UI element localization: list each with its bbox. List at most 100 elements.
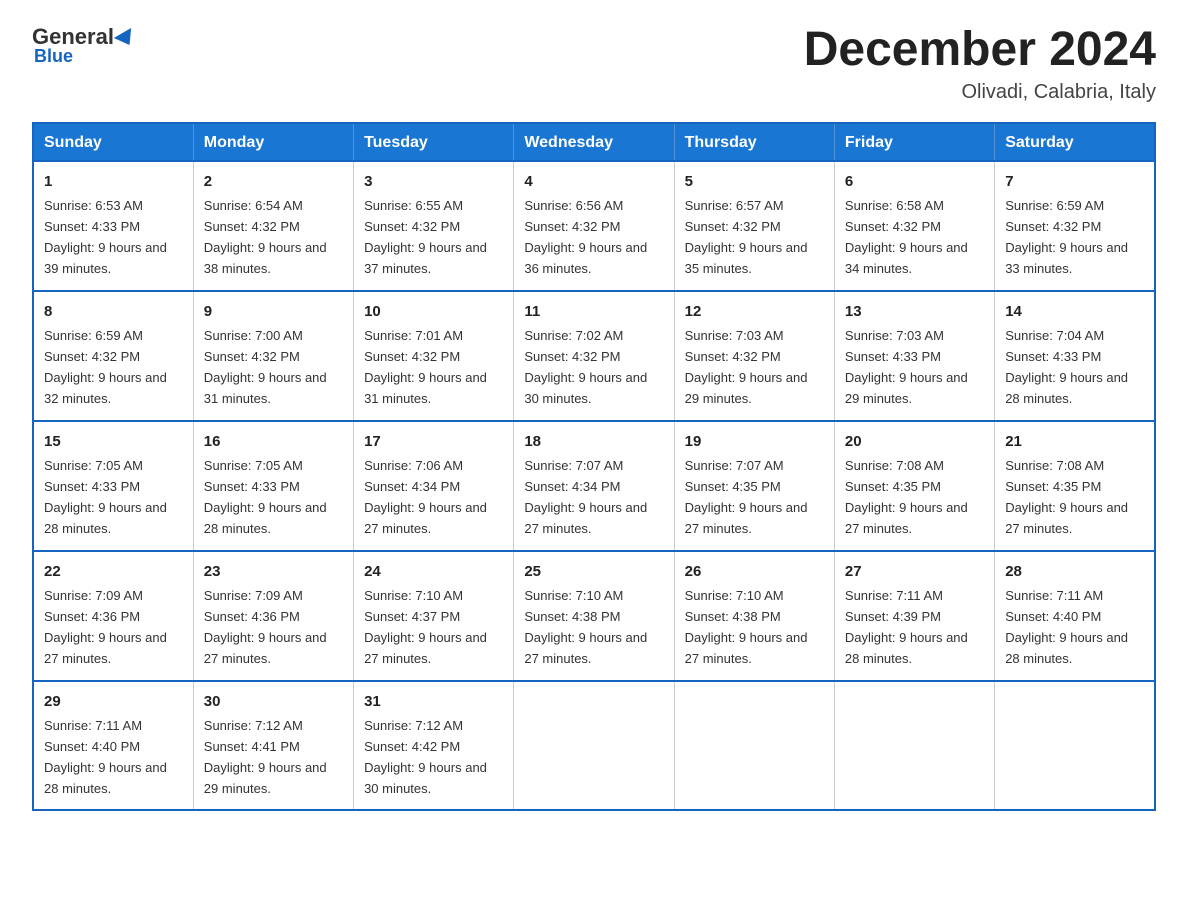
calendar-week-5: 29 Sunrise: 7:11 AMSunset: 4:40 PMDayligh… <box>33 681 1155 811</box>
calendar-cell: 13Sunrise: 7:03 AMSunset: 4:33 PMDayligh… <box>834 291 994 421</box>
calendar-cell: 22 Sunrise: 7:09 AMSunset: 4:36 PMDayligh… <box>33 551 193 681</box>
calendar-cell: 31 Sunrise: 7:12 AMSunset: 4:42 PMDayligh… <box>354 681 514 811</box>
logo-triangle-icon <box>114 28 138 50</box>
day-number: 18 <box>524 430 663 453</box>
day-info: Sunrise: 6:56 AMSunset: 4:32 PMDaylight:… <box>524 198 647 276</box>
calendar-cell: 10 Sunrise: 7:01 AMSunset: 4:32 PMDayligh… <box>354 291 514 421</box>
day-number: 16 <box>204 430 343 453</box>
day-number: 4 <box>524 170 663 193</box>
calendar-cell: 1Sunrise: 6:53 AMSunset: 4:33 PMDaylight… <box>33 161 193 291</box>
calendar-cell: 15 Sunrise: 7:05 AMSunset: 4:33 PMDayligh… <box>33 421 193 551</box>
page-title: December 2024 <box>804 24 1156 77</box>
day-info: Sunrise: 7:12 AMSunset: 4:42 PMDaylight:… <box>364 718 487 796</box>
day-number: 29 <box>44 690 183 713</box>
header-row: SundayMondayTuesdayWednesdayThursdayFrid… <box>33 123 1155 161</box>
calendar-cell: 27Sunrise: 7:11 AMSunset: 4:39 PMDayligh… <box>834 551 994 681</box>
day-info: Sunrise: 7:01 AMSunset: 4:32 PMDaylight:… <box>364 328 487 406</box>
day-info: Sunrise: 6:54 AMSunset: 4:32 PMDaylight:… <box>204 198 327 276</box>
calendar-cell <box>834 681 994 811</box>
day-info: Sunrise: 7:02 AMSunset: 4:32 PMDaylight:… <box>524 328 647 406</box>
day-info: Sunrise: 7:07 AMSunset: 4:35 PMDaylight:… <box>685 458 808 536</box>
calendar-cell: 28Sunrise: 7:11 AMSunset: 4:40 PMDayligh… <box>995 551 1155 681</box>
calendar-cell: 26 Sunrise: 7:10 AMSunset: 4:38 PMDayligh… <box>674 551 834 681</box>
day-info: Sunrise: 7:03 AMSunset: 4:32 PMDaylight:… <box>685 328 808 406</box>
header-sunday: Sunday <box>33 123 193 161</box>
calendar-cell: 30 Sunrise: 7:12 AMSunset: 4:41 PMDayligh… <box>193 681 353 811</box>
day-number: 12 <box>685 300 824 323</box>
calendar-cell: 24 Sunrise: 7:10 AMSunset: 4:37 PMDayligh… <box>354 551 514 681</box>
calendar-week-4: 22 Sunrise: 7:09 AMSunset: 4:36 PMDayligh… <box>33 551 1155 681</box>
day-info: Sunrise: 6:55 AMSunset: 4:32 PMDaylight:… <box>364 198 487 276</box>
header-monday: Monday <box>193 123 353 161</box>
day-number: 17 <box>364 430 503 453</box>
day-number: 31 <box>364 690 503 713</box>
calendar-cell: 20Sunrise: 7:08 AMSunset: 4:35 PMDayligh… <box>834 421 994 551</box>
logo-blue-text: Blue <box>34 46 73 67</box>
calendar-cell: 29 Sunrise: 7:11 AMSunset: 4:40 PMDayligh… <box>33 681 193 811</box>
day-number: 19 <box>685 430 824 453</box>
day-number: 14 <box>1005 300 1144 323</box>
calendar-week-3: 15 Sunrise: 7:05 AMSunset: 4:33 PMDayligh… <box>33 421 1155 551</box>
calendar-week-1: 1Sunrise: 6:53 AMSunset: 4:33 PMDaylight… <box>33 161 1155 291</box>
calendar-cell: 4 Sunrise: 6:56 AMSunset: 4:32 PMDaylight… <box>514 161 674 291</box>
day-number: 26 <box>685 560 824 583</box>
logo: General Blue <box>32 24 136 67</box>
day-info: Sunrise: 7:00 AMSunset: 4:32 PMDaylight:… <box>204 328 327 406</box>
title-block: December 2024 Olivadi, Calabria, Italy <box>804 24 1156 104</box>
calendar-cell: 12 Sunrise: 7:03 AMSunset: 4:32 PMDayligh… <box>674 291 834 421</box>
day-info: Sunrise: 7:10 AMSunset: 4:38 PMDaylight:… <box>524 588 647 666</box>
header-saturday: Saturday <box>995 123 1155 161</box>
day-info: Sunrise: 7:05 AMSunset: 4:33 PMDaylight:… <box>204 458 327 536</box>
calendar-cell: 25Sunrise: 7:10 AMSunset: 4:38 PMDayligh… <box>514 551 674 681</box>
calendar-cell: 2Sunrise: 6:54 AMSunset: 4:32 PMDaylight… <box>193 161 353 291</box>
calendar-cell: 8 Sunrise: 6:59 AMSunset: 4:32 PMDaylight… <box>33 291 193 421</box>
calendar-cell: 9 Sunrise: 7:00 AMSunset: 4:32 PMDaylight… <box>193 291 353 421</box>
day-info: Sunrise: 7:10 AMSunset: 4:37 PMDaylight:… <box>364 588 487 666</box>
day-info: Sunrise: 7:08 AMSunset: 4:35 PMDaylight:… <box>1005 458 1128 536</box>
header-friday: Friday <box>834 123 994 161</box>
day-info: Sunrise: 7:04 AMSunset: 4:33 PMDaylight:… <box>1005 328 1128 406</box>
calendar-header: SundayMondayTuesdayWednesdayThursdayFrid… <box>33 123 1155 161</box>
calendar-cell <box>995 681 1155 811</box>
calendar-cell: 19 Sunrise: 7:07 AMSunset: 4:35 PMDayligh… <box>674 421 834 551</box>
day-number: 1 <box>44 170 183 193</box>
day-number: 10 <box>364 300 503 323</box>
day-info: Sunrise: 7:11 AMSunset: 4:40 PMDaylight:… <box>1005 588 1128 666</box>
calendar-cell: 11Sunrise: 7:02 AMSunset: 4:32 PMDayligh… <box>514 291 674 421</box>
day-number: 8 <box>44 300 183 323</box>
day-info: Sunrise: 6:59 AMSunset: 4:32 PMDaylight:… <box>1005 198 1128 276</box>
header-thursday: Thursday <box>674 123 834 161</box>
day-info: Sunrise: 6:59 AMSunset: 4:32 PMDaylight:… <box>44 328 167 406</box>
calendar-cell: 21 Sunrise: 7:08 AMSunset: 4:35 PMDayligh… <box>995 421 1155 551</box>
day-info: Sunrise: 7:09 AMSunset: 4:36 PMDaylight:… <box>44 588 167 666</box>
calendar-cell: 23Sunrise: 7:09 AMSunset: 4:36 PMDayligh… <box>193 551 353 681</box>
day-info: Sunrise: 6:57 AMSunset: 4:32 PMDaylight:… <box>685 198 808 276</box>
day-info: Sunrise: 7:11 AMSunset: 4:40 PMDaylight:… <box>44 718 167 796</box>
day-number: 27 <box>845 560 984 583</box>
day-number: 3 <box>364 170 503 193</box>
day-number: 24 <box>364 560 503 583</box>
header-wednesday: Wednesday <box>514 123 674 161</box>
calendar-cell: 16 Sunrise: 7:05 AMSunset: 4:33 PMDayligh… <box>193 421 353 551</box>
calendar-cell <box>514 681 674 811</box>
calendar-cell <box>674 681 834 811</box>
day-number: 5 <box>685 170 824 193</box>
page-header: General Blue December 2024 Olivadi, Cala… <box>32 24 1156 104</box>
day-info: Sunrise: 7:05 AMSunset: 4:33 PMDaylight:… <box>44 458 167 536</box>
day-number: 21 <box>1005 430 1144 453</box>
day-number: 6 <box>845 170 984 193</box>
header-tuesday: Tuesday <box>354 123 514 161</box>
day-info: Sunrise: 7:03 AMSunset: 4:33 PMDaylight:… <box>845 328 968 406</box>
day-info: Sunrise: 7:12 AMSunset: 4:41 PMDaylight:… <box>204 718 327 796</box>
day-info: Sunrise: 7:10 AMSunset: 4:38 PMDaylight:… <box>685 588 808 666</box>
day-number: 30 <box>204 690 343 713</box>
calendar-cell: 7 Sunrise: 6:59 AMSunset: 4:32 PMDaylight… <box>995 161 1155 291</box>
day-number: 23 <box>204 560 343 583</box>
day-number: 22 <box>44 560 183 583</box>
day-number: 9 <box>204 300 343 323</box>
day-number: 7 <box>1005 170 1144 193</box>
day-info: Sunrise: 6:58 AMSunset: 4:32 PMDaylight:… <box>845 198 968 276</box>
day-number: 15 <box>44 430 183 453</box>
day-info: Sunrise: 7:06 AMSunset: 4:34 PMDaylight:… <box>364 458 487 536</box>
day-info: Sunrise: 7:07 AMSunset: 4:34 PMDaylight:… <box>524 458 647 536</box>
